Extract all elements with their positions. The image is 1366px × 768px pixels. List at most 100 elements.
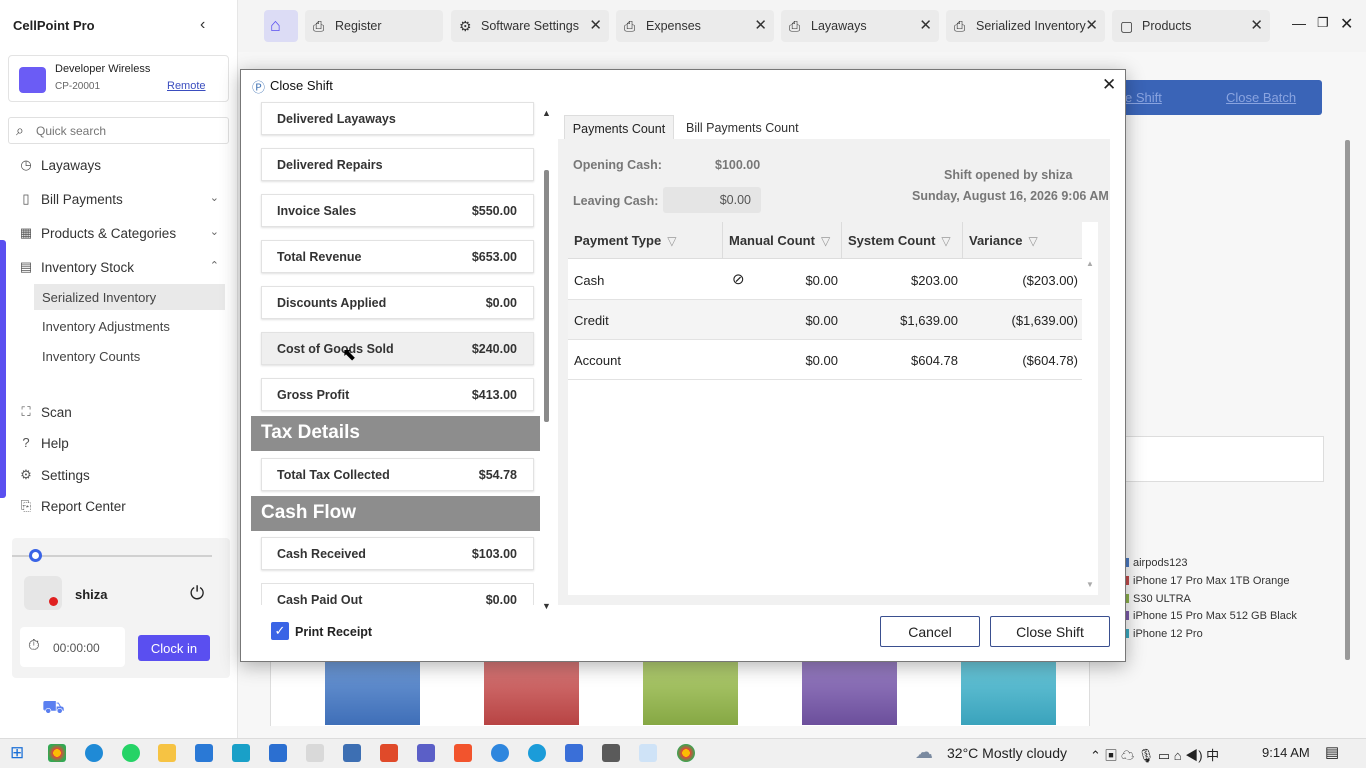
layaways-icon: ◷: [20, 157, 32, 172]
column-divider: [962, 222, 963, 259]
minimize-icon[interactable]: —: [1292, 15, 1306, 31]
app-icon[interactable]: [639, 744, 657, 762]
column-header[interactable]: System Count ▽: [848, 233, 951, 248]
close-icon[interactable]: ✕: [1085, 16, 1098, 34]
summary-row: Total Revenue $653.00: [261, 240, 534, 273]
power-icon[interactable]: ⏻: [190, 583, 204, 604]
manual-count[interactable]: $0.00: [768, 273, 838, 288]
filter-icon[interactable]: ▽: [821, 234, 830, 248]
sidebar-item-scan[interactable]: ⛶ Scan: [18, 402, 223, 426]
clock-in-button[interactable]: Clock in: [138, 635, 210, 661]
chrome-icon[interactable]: [677, 744, 695, 762]
tab-products[interactable]: ▢ Products ✕: [1112, 10, 1270, 42]
app-icon[interactable]: [380, 744, 398, 762]
close-icon[interactable]: ✕: [919, 16, 932, 34]
app-icon[interactable]: [306, 744, 324, 762]
calculator-icon[interactable]: [602, 744, 620, 762]
remote-link[interactable]: Remote: [167, 80, 206, 92]
tab-expenses[interactable]: ⎙ Expenses ✕: [616, 10, 774, 42]
truck-icon[interactable]: ⛟: [42, 697, 65, 721]
close-icon[interactable]: ✕: [1102, 75, 1116, 95]
sidebar-subitem-adjustments[interactable]: Inventory Adjustments: [34, 313, 225, 339]
weather-text[interactable]: 32°C Mostly cloudy: [947, 745, 1067, 761]
leaving-cash-input[interactable]: $0.00: [663, 187, 761, 213]
tab-serialized-inventory[interactable]: ⎙ Serialized Inventory ✕: [946, 10, 1105, 42]
close-batch-link[interactable]: Close Batch: [1226, 90, 1296, 105]
opening-cash-label: Opening Cash:: [573, 158, 662, 172]
manual-count[interactable]: $0.00: [768, 313, 838, 328]
quick-search[interactable]: ⌕: [8, 117, 229, 144]
print-receipt-label[interactable]: Print Receipt: [295, 625, 372, 639]
sidebar-item-inventory-stock[interactable]: ▤ Inventory Stock ⌃: [18, 257, 223, 281]
taskbar-clock[interactable]: 9:14 AM: [1262, 745, 1310, 760]
edge-icon[interactable]: [85, 744, 103, 762]
tab-software-settings[interactable]: ⚙ Software Settings ✕: [451, 10, 609, 42]
store-icon[interactable]: [195, 744, 213, 762]
system-tray[interactable]: ⌃ ▣ ☁ 🎙 ▭ ⌂ ◀) 中: [1090, 745, 1219, 764]
percent-icon[interactable]: ⊘: [732, 270, 745, 288]
slider-knob[interactable]: [29, 549, 42, 562]
page-scrollbar[interactable]: [1345, 140, 1350, 660]
tab-label: Register: [335, 19, 382, 33]
close-icon[interactable]: ✕: [1250, 16, 1263, 34]
sidebar-item-report-center[interactable]: ⎘ Report Center: [18, 496, 223, 520]
grid-scrollbar[interactable]: ▲ ▼: [1083, 259, 1097, 589]
brave-icon[interactable]: [454, 744, 472, 762]
teams-icon[interactable]: [417, 744, 435, 762]
windows-start-icon[interactable]: ⊞: [10, 743, 24, 763]
table-row[interactable]: Credit $0.00 $1,639.00 ($1,639.00): [568, 300, 1082, 340]
column-header[interactable]: Payment Type ▽: [574, 233, 676, 248]
print-receipt-checkbox[interactable]: ✓: [271, 622, 289, 640]
close-shift-button[interactable]: Close Shift: [990, 616, 1110, 647]
sidebar-item-help[interactable]: ? Help: [18, 433, 223, 457]
cancel-button[interactable]: Cancel: [880, 616, 980, 647]
close-icon[interactable]: ✕: [589, 16, 602, 34]
chevron-down-icon: ⌄: [209, 226, 219, 238]
column-divider: [841, 222, 842, 259]
tab-payments-count[interactable]: Payments Count: [564, 115, 674, 141]
table-row[interactable]: Account $0.00 $604.78 ($604.78): [568, 340, 1082, 380]
app-icon[interactable]: [528, 744, 546, 762]
search-input[interactable]: [36, 124, 216, 138]
app-icon[interactable]: [565, 744, 583, 762]
sidebar-subitem-serialized[interactable]: Serialized Inventory: [34, 284, 225, 310]
window-close-icon[interactable]: ✕: [1340, 14, 1353, 34]
chart-bar: [802, 660, 897, 725]
dashboard-card: [1116, 436, 1324, 482]
sidebar-item-layaways[interactable]: ◷ Layaways: [18, 155, 223, 179]
filter-icon[interactable]: ▽: [1029, 234, 1038, 248]
tab-bill-payments-count[interactable]: Bill Payments Count: [686, 121, 799, 135]
filter-icon[interactable]: ▽: [667, 234, 676, 248]
manual-count[interactable]: $0.00: [768, 353, 838, 368]
left-accent-bar: [0, 240, 6, 498]
app-icon[interactable]: [269, 744, 287, 762]
summary-scrollbar[interactable]: [544, 170, 549, 422]
sidebar-item-products[interactable]: ▦ Products & Categories ⌄: [18, 223, 223, 247]
tab-layaways[interactable]: ⎙ Layaways ✕: [781, 10, 939, 42]
app-icon[interactable]: [491, 744, 509, 762]
sidebar-item-bill-payments[interactable]: ▯ Bill Payments ⌄: [18, 189, 223, 213]
status-slider[interactable]: [12, 555, 212, 557]
chevron-down-icon: ⌄: [209, 192, 219, 204]
close-shift-link[interactable]: e Shift: [1125, 90, 1162, 105]
gear-icon: ⚙: [20, 467, 32, 482]
table-row[interactable]: Cash ⊘ $0.00 $203.00 ($203.00): [568, 260, 1082, 300]
column-header[interactable]: Manual Count ▽: [729, 233, 830, 248]
app-icon[interactable]: [232, 744, 250, 762]
scroll-up-icon[interactable]: ▲: [542, 108, 551, 118]
column-header[interactable]: Variance ▽: [969, 233, 1038, 248]
tab-register[interactable]: ⎙ Register: [305, 10, 443, 42]
app-icon[interactable]: [343, 744, 361, 762]
chrome-icon[interactable]: [48, 744, 66, 762]
sidebar-item-label: Report Center: [41, 499, 126, 514]
sidebar-subitem-counts[interactable]: Inventory Counts: [34, 343, 225, 369]
sidebar-item-settings[interactable]: ⚙ Settings: [18, 465, 223, 489]
collapse-sidebar-icon[interactable]: ‹: [200, 16, 205, 34]
filter-icon[interactable]: ▽: [941, 234, 950, 248]
notification-icon[interactable]: ▤: [1325, 743, 1339, 761]
restore-icon[interactable]: ❐: [1317, 15, 1329, 31]
close-icon[interactable]: ✕: [754, 16, 767, 34]
scroll-down-icon[interactable]: ▼: [542, 601, 551, 611]
whatsapp-icon[interactable]: [122, 744, 140, 762]
file-explorer-icon[interactable]: [158, 744, 176, 762]
